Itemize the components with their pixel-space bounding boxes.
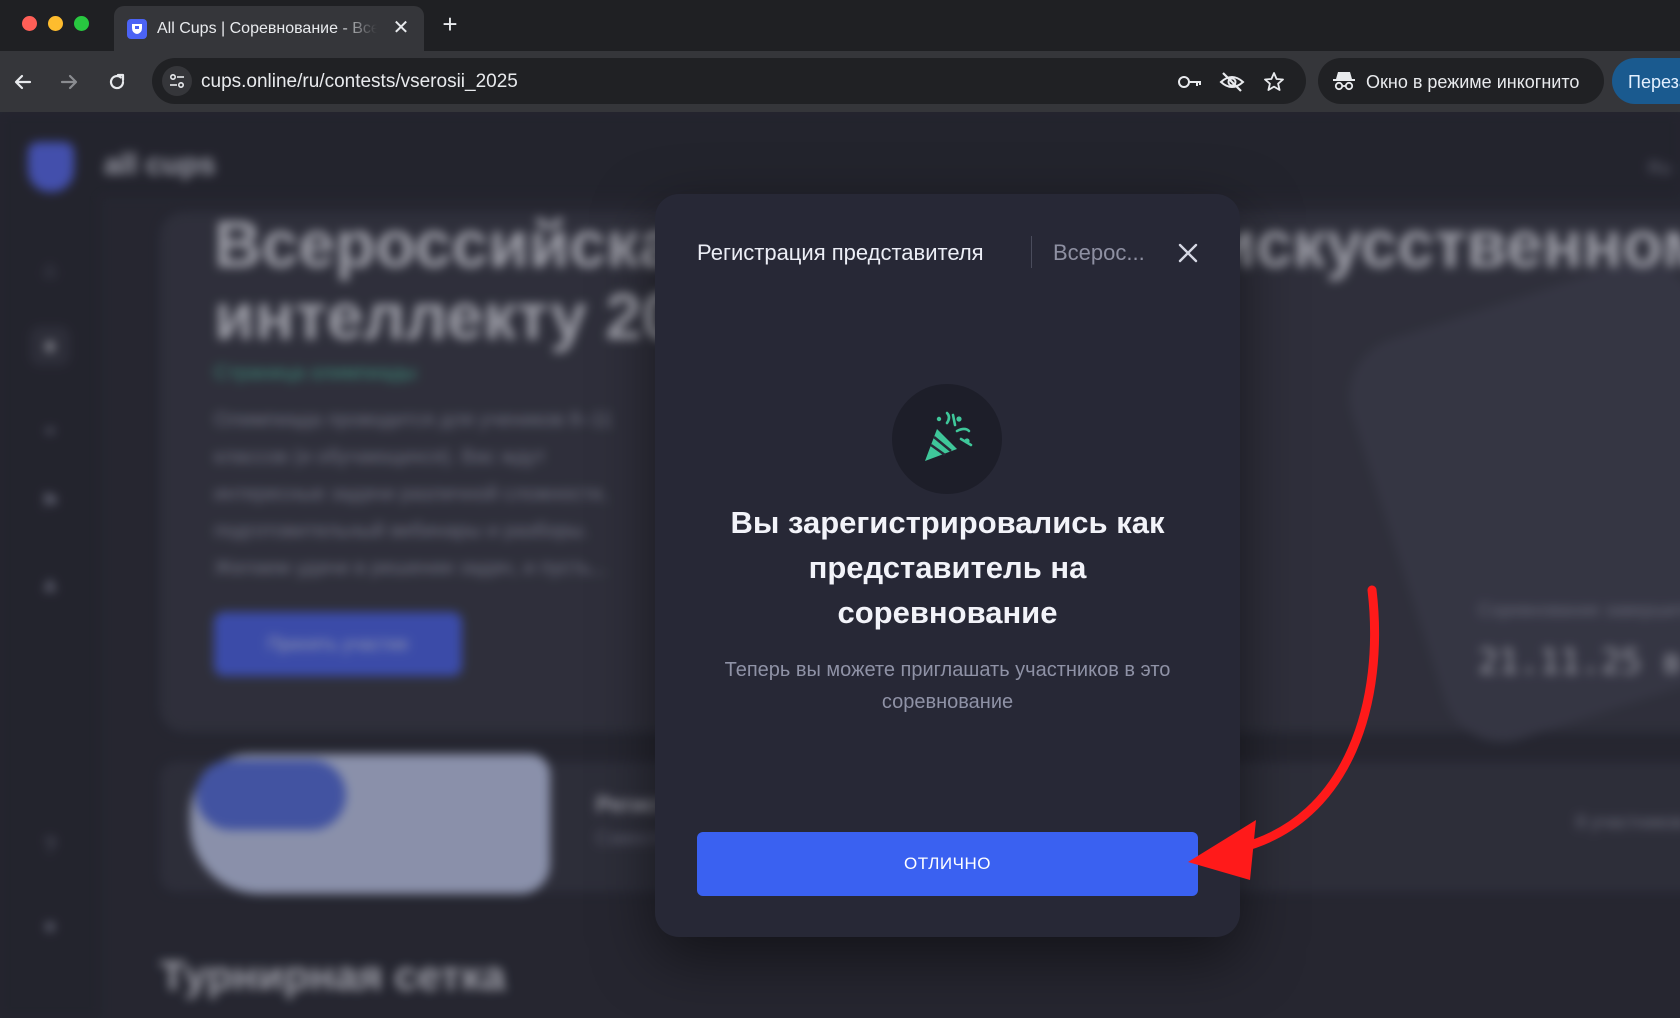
success-heading: Вы зарегистрировались как представитель …: [730, 505, 1165, 630]
party-popper-icon: [892, 384, 1002, 494]
tune-icon[interactable]: [162, 66, 192, 96]
modal-title: Регистрация представителя: [697, 240, 984, 265]
url-text[interactable]: cups.online/ru/contests/vserosii_2025: [201, 71, 518, 93]
relaunch-label: Перезапустить: [1628, 72, 1680, 92]
incognito-indicator[interactable]: Окно в режиме инкогнито: [1318, 58, 1604, 104]
arrow-right-icon[interactable]: [54, 67, 84, 97]
modal-contest-name: Всерос...: [1053, 240, 1145, 265]
browser-tab-strip: All Cups | Соревнование - Всероссийская …: [0, 0, 1680, 51]
new-tab-button[interactable]: +: [436, 11, 464, 39]
window-close-button[interactable]: [22, 16, 37, 31]
annotation-arrow: [1188, 585, 1379, 880]
reload-icon[interactable]: [102, 67, 132, 97]
key-icon[interactable]: [1176, 68, 1204, 96]
screen: All Cups | Соревнование - Всероссийская …: [0, 0, 1680, 1018]
all-cups-logo-icon: [127, 19, 147, 39]
arrow-left-icon[interactable]: [8, 67, 38, 97]
ok-button[interactable]: ОТЛИЧНО: [697, 832, 1198, 896]
incognito-icon: [1332, 70, 1356, 92]
tab-title: All Cups | Соревнование - Всероссийская …: [157, 20, 377, 37]
relaunch-button[interactable]: Перезапустить: [1612, 58, 1680, 104]
close-icon[interactable]: [1173, 238, 1203, 268]
registration-success-modal: Регистрация представителя Всерос... Вы з…: [655, 194, 1240, 937]
star-icon[interactable]: [1260, 68, 1288, 96]
address-bar[interactable]: cups.online/ru/contests/vserosii_2025: [152, 58, 1306, 104]
browser-toolbar: cups.online/ru/contests/vserosii_2025 Ок…: [0, 51, 1680, 112]
browser-tab-active[interactable]: All Cups | Соревнование - Всероссийская …: [114, 6, 424, 51]
window-minimize-button[interactable]: [48, 16, 63, 31]
incognito-label: Окно в режиме инкогнито: [1366, 72, 1580, 92]
tab-close-icon[interactable]: ✕: [390, 18, 412, 40]
eye-off-icon[interactable]: [1218, 68, 1246, 96]
window-zoom-button[interactable]: [74, 16, 89, 31]
success-description: Теперь вы можете приглашать участников в…: [724, 659, 1171, 713]
modal-title-divider: [1031, 236, 1032, 268]
